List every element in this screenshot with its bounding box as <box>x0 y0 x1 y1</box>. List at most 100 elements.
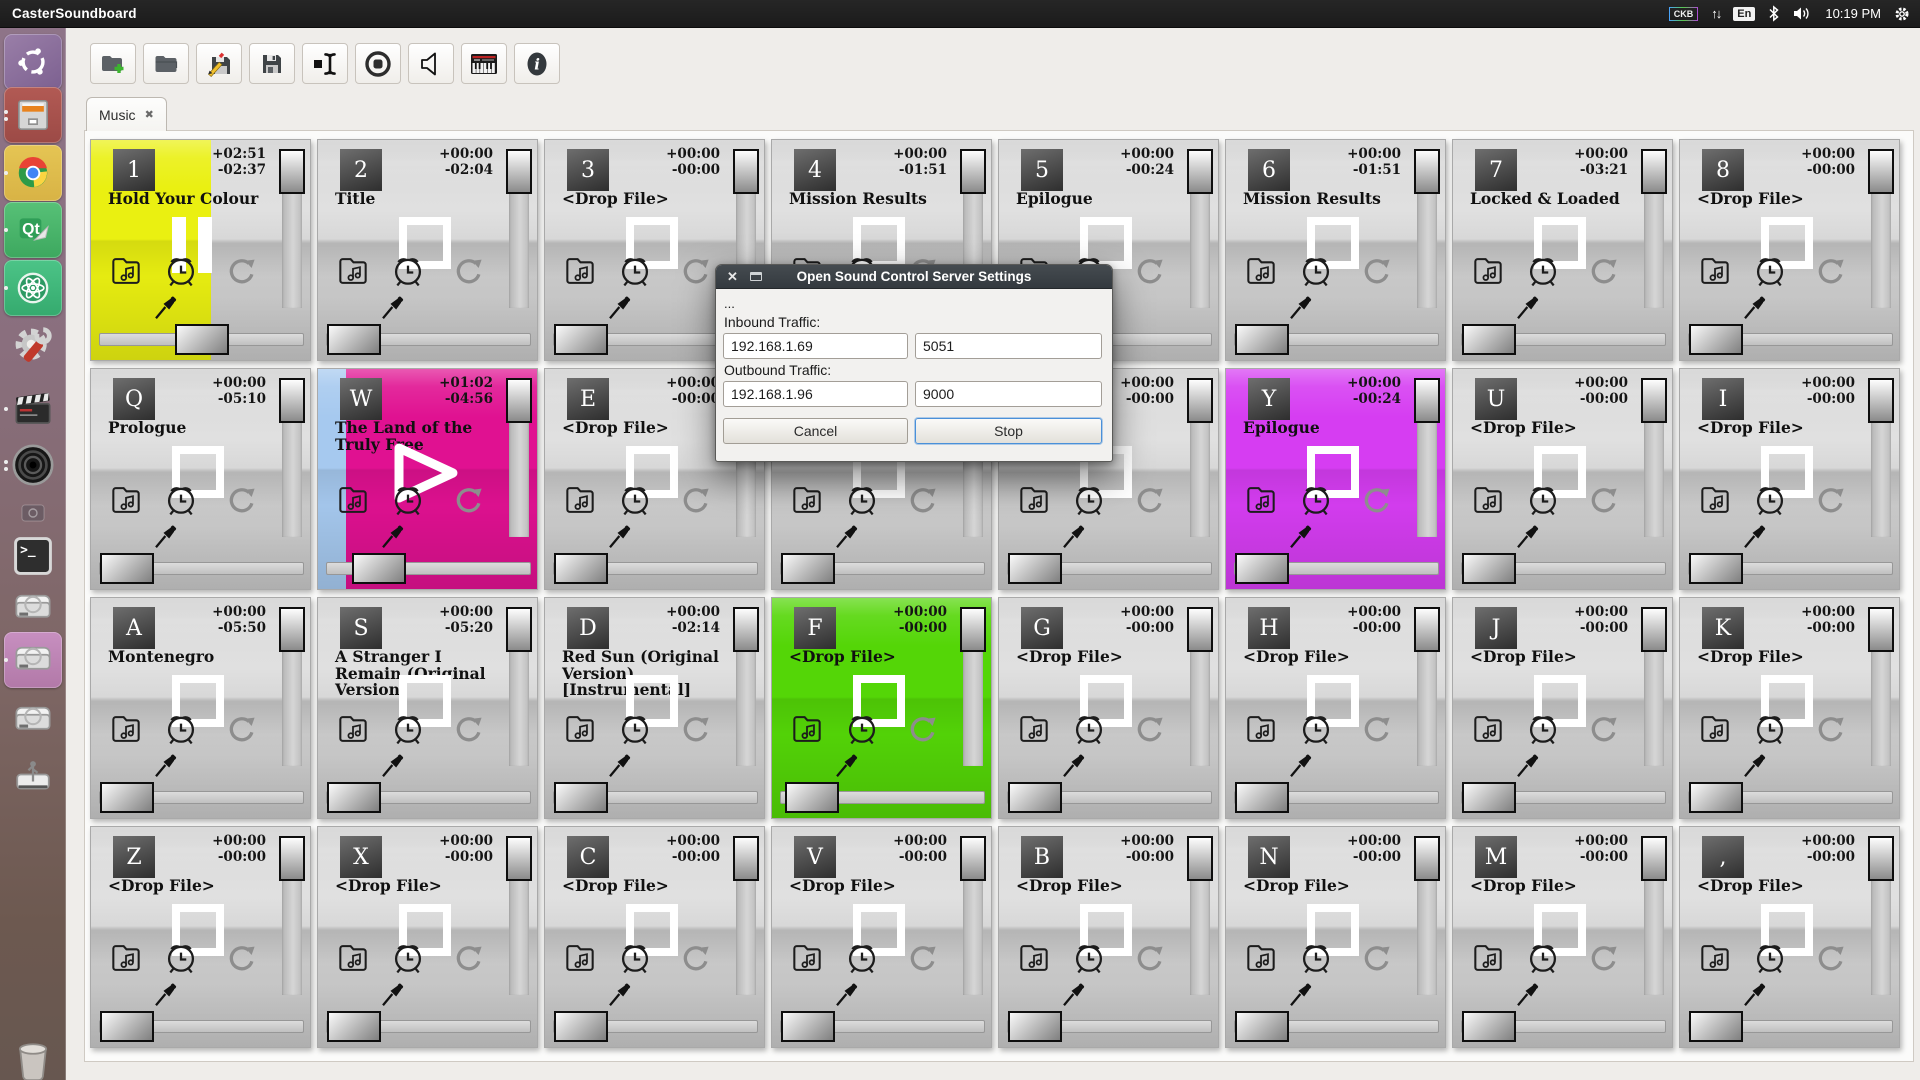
color-picker-icon[interactable] <box>378 521 408 551</box>
seek-slider-handle[interactable] <box>554 1011 608 1042</box>
audio-file-icon[interactable] <box>1015 710 1053 748</box>
timer-clock-icon[interactable] <box>841 478 883 520</box>
loop-icon[interactable] <box>1586 940 1622 976</box>
seek-slider-track[interactable] <box>1461 333 1666 346</box>
loop-icon[interactable] <box>1132 482 1168 518</box>
seek-slider-handle[interactable] <box>1462 324 1516 355</box>
color-picker-icon[interactable] <box>378 979 408 1009</box>
audio-file-icon[interactable] <box>1469 481 1507 519</box>
sound-tile-6[interactable]: 6 +00:00 -01:51 Mission Results <box>1225 139 1446 361</box>
color-picker-icon[interactable] <box>1513 979 1543 1009</box>
audio-file-icon[interactable] <box>1242 481 1280 519</box>
launcher-item-atom[interactable] <box>4 260 62 316</box>
seek-slider-handle[interactable] <box>1235 324 1289 355</box>
seek-slider-handle[interactable] <box>1689 1011 1743 1042</box>
timer-clock-icon[interactable] <box>1522 936 1564 978</box>
color-picker-icon[interactable] <box>605 750 635 780</box>
seek-slider-track[interactable] <box>1007 562 1212 575</box>
inbound-port-field[interactable] <box>915 333 1102 359</box>
seek-slider-track[interactable] <box>1007 1020 1212 1033</box>
keyboard-indicator-badge[interactable]: CKB <box>1669 7 1699 21</box>
timer-clock-icon[interactable] <box>1295 249 1337 291</box>
audio-file-icon[interactable] <box>334 252 372 290</box>
seek-slider-track[interactable] <box>326 562 531 575</box>
sound-tile-F[interactable]: F +00:00 -00:00 <Drop File> <box>771 597 992 819</box>
sound-tile-H[interactable]: H +00:00 -00:00 <Drop File> <box>1225 597 1446 819</box>
sound-tile-,[interactable]: , +00:00 -00:00 <Drop File> <box>1679 826 1900 1048</box>
volume-slider-handle[interactable] <box>279 149 305 194</box>
launcher-item-usb-drive[interactable] <box>4 750 62 806</box>
audio-file-icon[interactable] <box>107 481 145 519</box>
timer-clock-icon[interactable] <box>614 936 656 978</box>
color-picker-icon[interactable] <box>832 521 862 551</box>
seek-slider-track[interactable] <box>1234 333 1439 346</box>
inbound-ip-field[interactable] <box>723 333 908 359</box>
color-picker-icon[interactable] <box>378 292 408 322</box>
loop-icon[interactable] <box>1359 711 1395 747</box>
tab-close-icon[interactable]: ✖ <box>145 108 154 121</box>
sound-tile-S[interactable]: S +00:00 -05:20 A Stranger I Remain (Ori… <box>317 597 538 819</box>
timer-clock-icon[interactable] <box>614 707 656 749</box>
timer-clock-icon[interactable] <box>1522 249 1564 291</box>
loop-icon[interactable] <box>1813 482 1849 518</box>
seek-slider-handle[interactable] <box>352 553 406 584</box>
seek-slider-track[interactable] <box>780 1020 985 1033</box>
color-picker-icon[interactable] <box>1740 292 1770 322</box>
seek-slider-track[interactable] <box>1234 791 1439 804</box>
audio-button[interactable] <box>408 43 454 84</box>
seek-slider-track[interactable] <box>99 1020 304 1033</box>
seek-slider-handle[interactable] <box>1235 553 1289 584</box>
volume-slider-handle[interactable] <box>1414 149 1440 194</box>
volume-slider-handle[interactable] <box>506 607 532 652</box>
seek-slider-track[interactable] <box>1234 562 1439 575</box>
launcher-item-trash[interactable] <box>4 1032 62 1080</box>
launcher-item-chrome[interactable] <box>4 145 62 201</box>
volume-icon[interactable] <box>1793 6 1812 21</box>
seek-slider-handle[interactable] <box>100 553 154 584</box>
volume-slider-handle[interactable] <box>1868 378 1894 423</box>
tab-music[interactable]: Music ✖ <box>86 97 167 131</box>
seek-slider-track[interactable] <box>1688 562 1893 575</box>
sound-tile-Z[interactable]: Z +00:00 -00:00 <Drop File> <box>90 826 311 1048</box>
audio-file-icon[interactable] <box>1469 710 1507 748</box>
launcher-item-ubuntu-dash[interactable] <box>4 34 62 90</box>
timer-clock-icon[interactable] <box>387 707 429 749</box>
color-picker-icon[interactable] <box>1059 521 1089 551</box>
sound-tile-B[interactable]: B +00:00 -00:00 <Drop File> <box>998 826 1219 1048</box>
sound-tile-M[interactable]: M +00:00 -00:00 <Drop File> <box>1452 826 1673 1048</box>
color-picker-icon[interactable] <box>151 979 181 1009</box>
audio-file-icon[interactable] <box>334 939 372 977</box>
sound-tile-8[interactable]: 8 +00:00 -00:00 <Drop File> <box>1679 139 1900 361</box>
outbound-ip-field[interactable] <box>723 381 908 407</box>
volume-slider-handle[interactable] <box>1414 378 1440 423</box>
seek-slider-track[interactable] <box>326 1020 531 1033</box>
sound-tile-7[interactable]: 7 +00:00 -03:21 Locked & Loaded <box>1452 139 1673 361</box>
launcher-item-file-cabinet[interactable] <box>4 87 62 143</box>
audio-file-icon[interactable] <box>788 710 826 748</box>
bluetooth-icon[interactable] <box>1768 5 1780 22</box>
seek-slider-track[interactable] <box>1461 1020 1666 1033</box>
volume-slider-handle[interactable] <box>1868 149 1894 194</box>
launcher-item-qt-creator[interactable]: Qt <box>4 202 62 258</box>
color-picker-icon[interactable] <box>1513 750 1543 780</box>
timer-clock-icon[interactable] <box>160 707 202 749</box>
outbound-port-field[interactable] <box>915 381 1102 407</box>
sound-tile-1[interactable]: 1 +02:51 -02:37 Hold Your Colour <box>90 139 311 361</box>
color-picker-icon[interactable] <box>605 521 635 551</box>
volume-slider-handle[interactable] <box>506 378 532 423</box>
seek-slider-track[interactable] <box>1688 1020 1893 1033</box>
audio-file-icon[interactable] <box>788 481 826 519</box>
volume-slider-handle[interactable] <box>1641 378 1667 423</box>
seek-slider-handle[interactable] <box>554 324 608 355</box>
color-picker-icon[interactable] <box>378 750 408 780</box>
loop-icon[interactable] <box>905 482 941 518</box>
audio-file-icon[interactable] <box>1469 939 1507 977</box>
loop-icon[interactable] <box>224 482 260 518</box>
open-board-button[interactable] <box>143 43 189 84</box>
color-picker-icon[interactable] <box>1513 521 1543 551</box>
seek-slider-track[interactable] <box>1234 1020 1439 1033</box>
about-button[interactable]: i <box>514 43 560 84</box>
stop-all-button[interactable] <box>355 43 401 84</box>
color-picker-icon[interactable] <box>151 750 181 780</box>
seek-slider-handle[interactable] <box>327 324 381 355</box>
